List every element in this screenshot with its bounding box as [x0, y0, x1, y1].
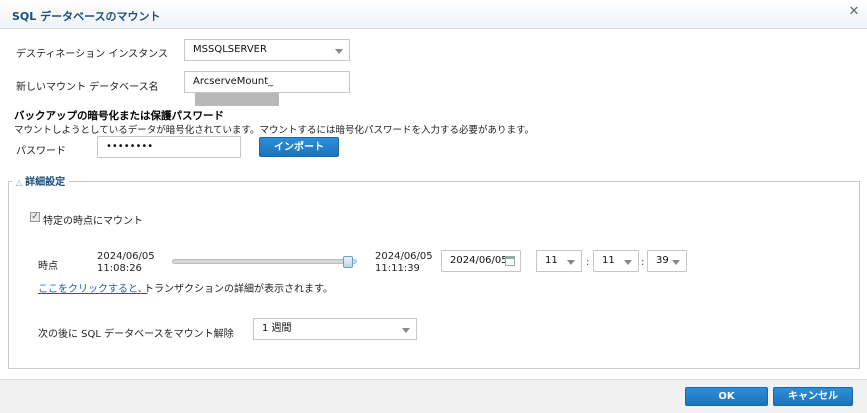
time-separator: :: [641, 257, 645, 268]
cancel-button[interactable]: キャンセル: [773, 387, 853, 406]
import-button[interactable]: インポート: [259, 137, 339, 157]
time-separator: :: [586, 257, 590, 268]
unmount-period-select[interactable]: 1 週間: [253, 318, 417, 340]
transaction-details-text: トランザクションの詳細が表示されます。: [144, 284, 333, 295]
checkmark-icon: ✓: [31, 212, 39, 222]
range-start-time: 11:08:26: [97, 263, 142, 274]
password-label: パスワード: [16, 146, 66, 157]
transaction-details-link[interactable]: ここをクリックすると、: [38, 280, 148, 295]
encryption-heading: バックアップの暗号化または保護パスワード: [14, 110, 224, 122]
hour-select[interactable]: 11: [536, 250, 582, 272]
advanced-settings-panel: [8, 181, 860, 369]
dialog-title: SQL データベースのマウント: [12, 10, 161, 23]
mount-name-input[interactable]: ArcserveMount_: [184, 71, 350, 106]
time-label: 時点: [38, 261, 58, 272]
calendar-icon[interactable]: [505, 256, 515, 266]
redacted-mask: [195, 93, 279, 106]
second-value: 39: [656, 255, 669, 266]
dialog-titlebar: SQL データベースのマウント ✕: [0, 0, 867, 29]
unmount-label: 次の後に SQL データベースをマウント解除: [38, 329, 234, 340]
encryption-description: マウントしようとしているデータが暗号化されています。マウントするには暗号化パスワ…: [14, 125, 535, 136]
mount-name-label: 新しいマウント データベース名: [16, 82, 159, 93]
mount-name-value: ArcserveMount_: [193, 76, 274, 87]
close-icon[interactable]: ✕: [847, 5, 861, 19]
mount-point-checkbox[interactable]: ✓: [30, 212, 40, 222]
password-value: ••••••••: [106, 141, 154, 152]
minute-select[interactable]: 11: [593, 250, 639, 272]
chevron-down-icon: [402, 328, 410, 333]
advanced-settings-legend[interactable]: △ 詳細設定: [12, 173, 70, 188]
range-end-date: 2024/06/05: [375, 251, 433, 262]
hour-value: 11: [545, 255, 558, 266]
time-slider-track[interactable]: [172, 259, 357, 264]
minute-value: 11: [602, 255, 615, 266]
date-value: 2024/06/05: [450, 255, 508, 266]
date-picker-input[interactable]: 2024/06/05: [441, 250, 521, 272]
second-select[interactable]: 39: [647, 250, 687, 272]
chevron-down-icon: [567, 260, 575, 265]
chevron-down-icon: [672, 260, 680, 265]
mount-point-checkbox-label: 特定の時点にマウント: [43, 216, 143, 227]
range-end-time: 11:11:39: [375, 263, 420, 274]
destination-select[interactable]: MSSQLSERVER: [184, 39, 350, 61]
unmount-period-value: 1 週間: [262, 323, 292, 334]
collapse-triangle-icon: △: [16, 178, 23, 187]
destination-label: デスティネーション インスタンス: [16, 49, 168, 60]
advanced-settings-title: 詳細設定: [25, 177, 66, 188]
password-input[interactable]: ••••••••: [97, 136, 241, 158]
chevron-down-icon: [335, 49, 343, 54]
range-start-date: 2024/06/05: [97, 251, 155, 262]
destination-value: MSSQLSERVER: [193, 44, 267, 55]
ok-button[interactable]: OK: [685, 387, 768, 406]
time-slider-handle[interactable]: [342, 256, 353, 268]
chevron-down-icon: [624, 260, 632, 265]
